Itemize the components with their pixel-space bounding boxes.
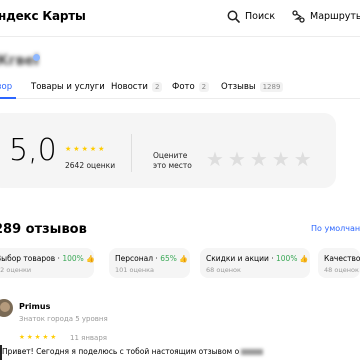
reviews-count-title: 289 отзывов <box>0 222 87 237</box>
rate-star-3-icon[interactable]: ★ <box>250 149 268 169</box>
review-text-content: Привет! Сегодня я поделюсь с тобой насто… <box>2 347 240 356</box>
star-icon: ★ <box>65 145 72 153</box>
tab-count: 2 <box>198 82 210 92</box>
route-icon <box>292 10 305 23</box>
rate-star-5-icon[interactable]: ★ <box>294 149 312 169</box>
review-text[interactable]: Привет! Сегодня я поделюсь с тобой насто… <box>2 347 264 356</box>
tab-goods-services[interactable]: Товары и услуги <box>31 82 105 92</box>
active-tab-indicator <box>0 97 16 99</box>
ratings-count: 2642 оценки <box>65 161 116 170</box>
sort-dropdown[interactable]: По умолчан <box>311 224 360 233</box>
rate-star-4-icon[interactable]: ★ <box>272 149 290 169</box>
tab-reviews[interactable]: Отзывы 1289 <box>221 82 284 92</box>
tab-label: Новости <box>111 82 148 92</box>
aspect-count: 48 оценок <box>324 266 359 274</box>
avatar[interactable] <box>0 299 13 317</box>
aspect-chip-staff[interactable]: Персонал · 65% 👍 101 оценка <box>109 248 190 278</box>
thumbs-up-icon: 👍 <box>179 255 188 263</box>
rating-value: 5,0 <box>9 133 57 168</box>
brand-logo[interactable]: ндекс Карты <box>0 9 86 23</box>
review-stars: ★ ★ ★ ★ ★ <box>19 334 56 341</box>
search-label: Поиск <box>245 11 276 22</box>
card-divider <box>131 134 132 172</box>
aspect-percent: 100% <box>62 254 84 263</box>
tab-label: Отзывы <box>221 82 256 92</box>
aspect-percent: 65% <box>160 254 177 263</box>
aspect-count: 22 оценки <box>0 266 32 274</box>
aspect-count: 68 оценок <box>206 266 241 274</box>
star-icon: ★ <box>89 145 97 153</box>
thumbs-up-icon: 👍 <box>86 255 95 263</box>
search-button[interactable]: Поиск <box>227 10 275 23</box>
review-author[interactable]: Primus <box>19 302 50 311</box>
aspect-label: Качество <box>324 254 360 263</box>
star-icon: ★ <box>26 333 33 341</box>
rate-star-1-icon[interactable]: ★ <box>206 149 224 169</box>
star-icon: ★ <box>50 333 57 341</box>
tab-count: 1289 <box>259 82 284 92</box>
routes-label: Маршруты <box>310 11 360 22</box>
rate-prompt-line1: Оцените <box>153 151 188 160</box>
redacted-text <box>241 349 264 355</box>
header-divider <box>0 36 360 37</box>
aspect-chip-discounts[interactable]: Скидки и акции · 100% 👍 68 оценок <box>200 248 310 278</box>
rate-prompt-line2: это место <box>153 161 192 170</box>
aspect-label: Выбор товаров <box>0 254 56 263</box>
tabs-divider <box>0 98 360 99</box>
search-icon <box>227 10 240 23</box>
aspect-percent: 100% <box>276 254 298 263</box>
aspect-title: Выбор товаров · 100% 👍 <box>0 254 95 263</box>
star-icon: ★ <box>34 333 41 341</box>
star-icon: ★ <box>81 145 88 153</box>
star-icon: ★ <box>19 333 25 341</box>
tab-photos[interactable]: Фото 2 <box>172 82 210 92</box>
star-icon: ★ <box>73 145 80 153</box>
rate-star-2-icon[interactable]: ★ <box>228 149 246 169</box>
routes-button[interactable]: Маршруты <box>292 10 360 23</box>
tab-news[interactable]: Новости 2 <box>111 82 163 92</box>
tab-label: Товары и услуги <box>31 82 105 92</box>
rating-stars: ★ ★ ★ ★ ★ <box>65 146 104 153</box>
star-icon: ★ <box>98 145 105 153</box>
tab-label: зор <box>0 82 13 92</box>
review-date: 11 января <box>70 334 107 342</box>
aspect-title: Качество <box>324 254 360 263</box>
aspect-title: Скидки и акции · 100% 👍 <box>206 254 309 263</box>
thumbs-up-icon: 👍 <box>299 255 309 263</box>
verified-badge-icon <box>33 54 40 61</box>
rate-place-stars[interactable]: ★ ★ ★ ★ ★ <box>206 149 312 169</box>
author-level: Знаток города 5 уровня <box>19 315 108 323</box>
aspect-label: Скидки и акции <box>206 254 269 263</box>
aspect-label: Персонал <box>115 254 154 263</box>
aspect-title: Персонал · 65% 👍 <box>115 254 188 263</box>
tab-label: Фото <box>172 82 195 92</box>
star-icon: ★ <box>42 333 49 341</box>
aspect-chip-quality[interactable]: Качество 48 оценок <box>318 248 360 278</box>
aspect-count: 101 оценка <box>115 266 155 274</box>
aspect-chip-assortment[interactable]: Выбор товаров · 100% 👍 22 оценки <box>0 248 95 278</box>
tab-count: 2 <box>151 82 163 92</box>
tab-overview[interactable]: зор <box>0 82 12 92</box>
